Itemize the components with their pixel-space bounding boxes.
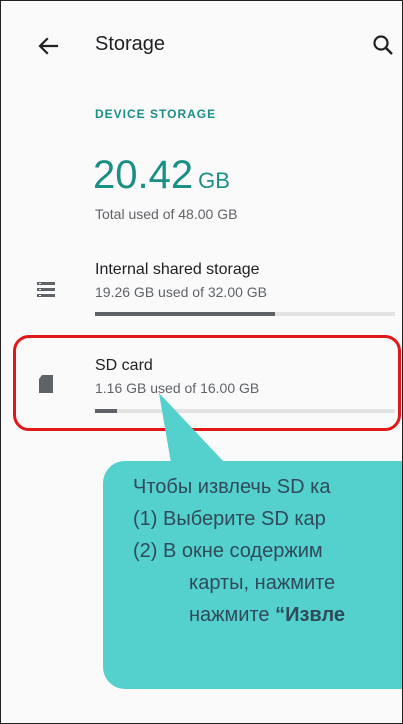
callout-line-5: нажмите “Извле — [133, 599, 402, 631]
callout-line-2: (1) Выберите SD кар — [133, 508, 326, 530]
callout-line-1: Чтобы извлечь SD ка — [133, 476, 331, 498]
instruction-callout: Чтобы извлечь SD ка (1) Выберите SD кар … — [103, 461, 402, 689]
callout-line-3: (2) В окне содержим — [133, 540, 323, 562]
storage-screen: Storage DEVICE STORAGE 20.42 GB Total use… — [0, 0, 403, 724]
callout-line-4: карты, нажмите — [189, 572, 336, 594]
callout-eject-label: “Извле — [275, 604, 346, 626]
callout-line-5-text: нажмите — [189, 604, 276, 626]
